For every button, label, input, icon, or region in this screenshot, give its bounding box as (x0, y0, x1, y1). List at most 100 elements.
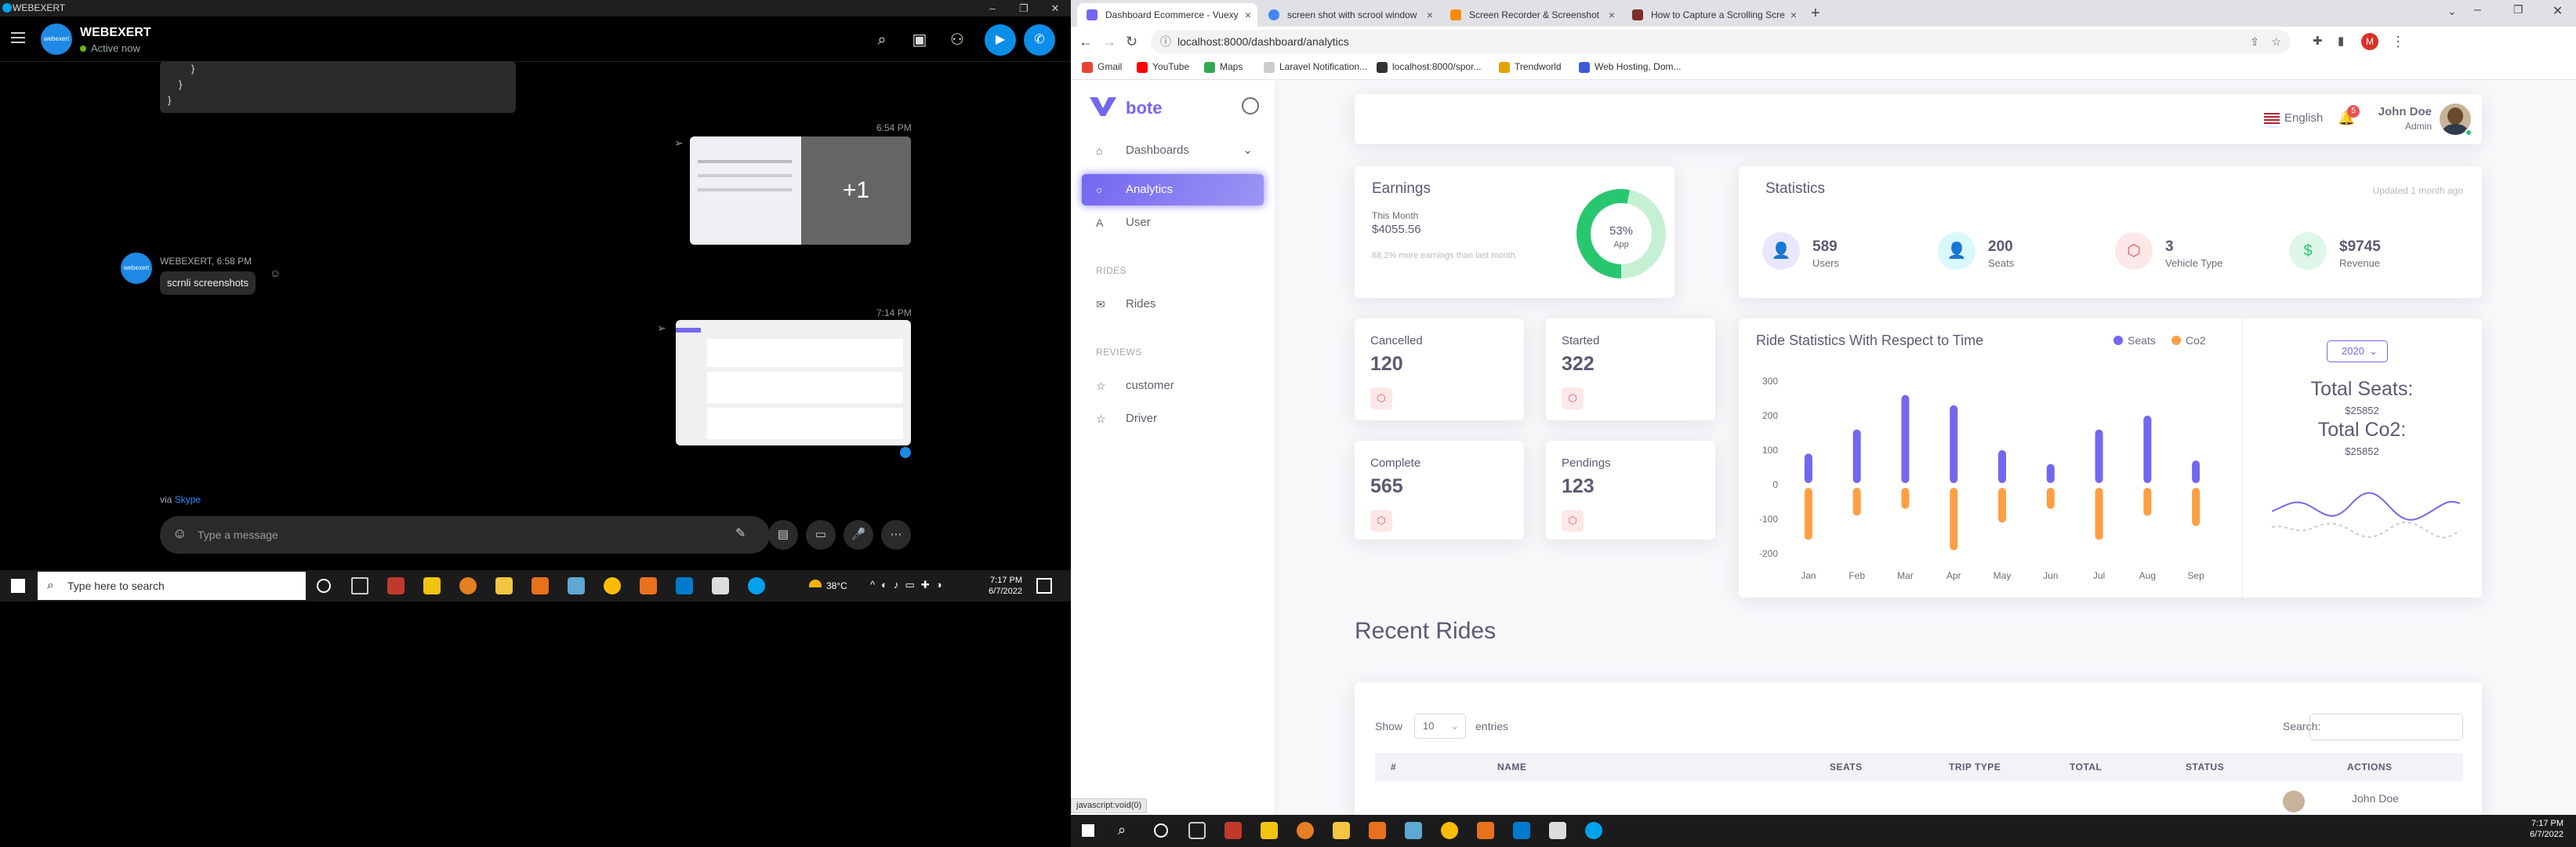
task-view-icon[interactable] (351, 577, 368, 594)
cortana-icon[interactable] (1154, 823, 1168, 838)
image-attachment[interactable] (676, 320, 911, 445)
sidebar-item-user[interactable]: A User (1082, 207, 1264, 238)
bar-co2-mar[interactable] (1901, 488, 1910, 509)
file-icon[interactable]: ▤ (768, 520, 798, 550)
sublime-icon[interactable] (640, 577, 657, 594)
skype-taskbar-icon[interactable] (1585, 822, 1602, 839)
menu-icon[interactable] (11, 32, 25, 43)
skype-taskbar-icon[interactable] (748, 577, 765, 594)
add-people-icon[interactable]: ⚇ (947, 30, 967, 50)
sender-avatar[interactable]: webexert (121, 253, 152, 284)
bookmark-laravel[interactable]: Laravel Notification... (1264, 61, 1367, 73)
filezilla-icon[interactable] (1225, 822, 1242, 839)
sidebar-item-customer[interactable]: ☆ customer (1082, 370, 1264, 402)
complete-card[interactable]: Complete 565 ⬡ (1355, 441, 1524, 540)
text-message[interactable]: scrnli screenshots (160, 271, 256, 295)
chrome-menu-icon[interactable]: ⋮ (2391, 34, 2405, 50)
postman-icon[interactable] (1297, 822, 1314, 839)
vscode-icon[interactable] (676, 577, 693, 594)
reaction-icon[interactable]: ☺ (270, 267, 281, 279)
taskbar-clock[interactable]: 7:17 PM 6/7/2022 (972, 575, 1022, 597)
chrome-icon[interactable] (1441, 822, 1458, 839)
app-icon[interactable] (712, 577, 729, 594)
column-header[interactable]: TRIP TYPE (1949, 762, 2001, 772)
column-header[interactable]: STATUS (2186, 762, 2224, 772)
app-icon[interactable] (568, 577, 585, 594)
notifications-icon[interactable] (1036, 578, 1052, 594)
emoji-icon[interactable]: ☺ (172, 525, 187, 542)
sidebar-item-rides[interactable]: ✉ Rides (1082, 289, 1264, 320)
close-tab-icon[interactable]: × (1427, 3, 1433, 27)
column-header[interactable]: # (1391, 762, 1396, 772)
bar-seats-sep[interactable] (2192, 460, 2200, 483)
sidebar-item-dashboards[interactable]: ⌂ Dashboards ⌄ (1082, 135, 1264, 166)
maximize-icon[interactable]: ❐ (2513, 3, 2523, 16)
search-icon[interactable]: ⌕ (872, 30, 892, 50)
column-header[interactable]: TOTAL (2070, 762, 2102, 772)
bar-co2-jul[interactable] (2095, 488, 2103, 540)
bar-seats-jan[interactable] (1804, 453, 1812, 483)
bar-seats-apr[interactable] (1950, 405, 1958, 483)
sublime-icon[interactable] (1477, 822, 1494, 839)
bookmark-star-icon[interactable]: ☆ (2271, 30, 2281, 53)
bar-seats-may[interactable] (1998, 450, 2006, 483)
video-call-button[interactable]: ▶ (985, 24, 1016, 56)
sidebar-item-driver[interactable]: ☆ Driver (1082, 403, 1264, 434)
xampp-icon[interactable] (532, 577, 549, 594)
started-card[interactable]: Started 322 ⬡ (1546, 318, 1715, 420)
message-input[interactable]: ☺ Type a message ✎ (160, 516, 770, 554)
page-size-select[interactable]: 10 ⌄ (1414, 714, 1466, 739)
share-icon[interactable]: ⇪ (2250, 30, 2259, 53)
forward-icon[interactable]: → (1102, 34, 1116, 50)
audio-call-button[interactable]: ✆ (1024, 24, 1055, 56)
year-select[interactable]: 2020 ⌄ (2327, 340, 2388, 362)
new-tab-icon[interactable]: + (1811, 5, 1820, 23)
cancelled-card[interactable]: Cancelled 120 ⬡ (1355, 318, 1524, 420)
windows-start-icon[interactable] (11, 579, 25, 593)
bookmark-youtube[interactable]: YouTube (1137, 61, 1189, 73)
reload-icon[interactable]: ↻ (1126, 34, 1137, 50)
postman-icon[interactable] (459, 577, 477, 594)
via-link[interactable]: Skype (175, 494, 201, 505)
tab-search-icon[interactable]: ⌄ (2447, 5, 2457, 18)
bar-seats-aug[interactable] (2143, 416, 2152, 483)
contact-avatar[interactable]: webexert (41, 24, 72, 55)
column-header[interactable]: ACTIONS (2347, 762, 2393, 772)
more-options-icon[interactable]: ⋯ (881, 520, 911, 550)
close-tab-icon[interactable]: × (1245, 3, 1251, 27)
minimize-icon[interactable]: – (2474, 3, 2481, 17)
ride-statistics-chart[interactable]: 300 200 100 0 -100 -200 Jan Feb Mar Apr May Jun Jul A… (1739, 358, 2240, 593)
contact-name[interactable]: WEBEXERT (80, 26, 151, 40)
user-name[interactable]: John Doe (2371, 105, 2432, 118)
legend-seats-label[interactable]: Seats (2128, 334, 2156, 347)
close-icon[interactable]: ✕ (1039, 0, 1071, 16)
browser-tab-scrolling[interactable]: How to Capture a Scrolling Scre × (1623, 3, 1803, 27)
bookmark-gmail[interactable]: Gmail (1082, 61, 1122, 73)
bar-seats-jul[interactable] (2095, 429, 2103, 483)
legend-co2-label[interactable]: Co2 (2186, 334, 2206, 347)
file-explorer-icon[interactable] (1333, 822, 1350, 839)
close-icon[interactable]: ✕ (2552, 3, 2563, 19)
bar-co2-jan[interactable] (1804, 488, 1812, 540)
close-tab-icon[interactable]: × (1791, 3, 1797, 27)
close-tab-icon[interactable]: × (1609, 3, 1615, 27)
browser-tab-google[interactable]: screen shot with scrool window × (1259, 3, 1439, 27)
search-icon[interactable]: ⌕ (1118, 822, 1126, 838)
pendings-card[interactable]: Pendings 123 ⬡ (1546, 441, 1715, 540)
site-info-icon[interactable]: ⓘ (1160, 30, 1171, 53)
profile-avatar[interactable]: M (2361, 33, 2378, 50)
image-attachment[interactable]: +1 (690, 136, 911, 245)
file-explorer-icon[interactable] (495, 577, 513, 594)
url-bar[interactable]: ⓘ localhost:8000/dashboard/analytics ⇪ ☆ (1151, 30, 2291, 53)
sidepanel-icon[interactable]: ▮ (2338, 34, 2344, 48)
more-images-count[interactable]: +1 (801, 136, 911, 245)
table-search-input[interactable] (2309, 714, 2463, 740)
microphone-icon[interactable]: 🎤 (844, 520, 873, 550)
column-header[interactable]: NAME (1497, 762, 1526, 772)
bar-seats-jun[interactable] (2046, 463, 2055, 483)
bar-co2-sep[interactable] (2192, 488, 2200, 526)
bar-seats-mar[interactable] (1901, 394, 1910, 483)
gallery-icon[interactable]: ▣ (909, 30, 930, 50)
bar-seats-feb[interactable] (1852, 429, 1861, 483)
taskbar-clock[interactable]: 7:17 PM 6/7/2022 (2513, 818, 2563, 840)
